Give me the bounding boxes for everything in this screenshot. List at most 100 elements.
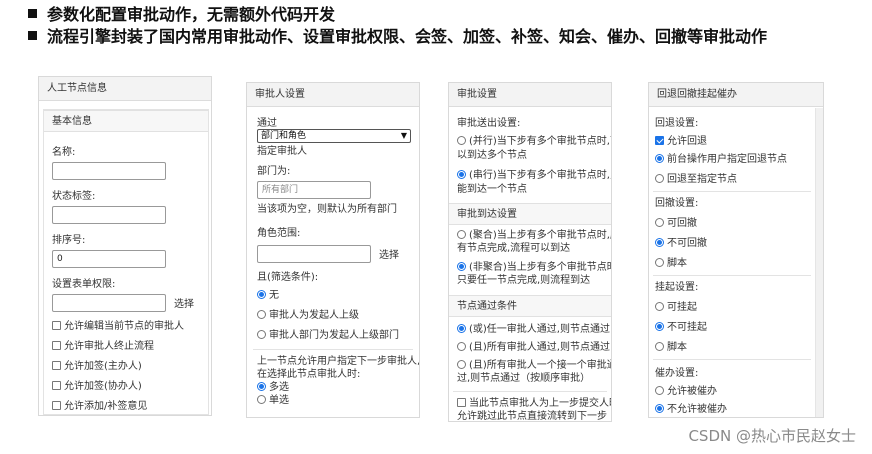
recall-allow[interactable]: 可回撤 (655, 217, 697, 230)
radio-label-cont: 以到达多个节点 (457, 150, 527, 161)
via-select[interactable]: 部门和角色 ▼ (257, 129, 411, 143)
radio-button[interactable] (655, 154, 664, 163)
role-label: 角色范围: (257, 228, 301, 239)
radio-label: 无 (269, 290, 279, 301)
radio-label: (且)所有审批人通过,则节点通过 (469, 342, 610, 353)
filter-option-superior[interactable]: 审批人为发起人上级 (257, 309, 359, 322)
urge-allow[interactable]: 允许被催办 (655, 385, 717, 398)
radio-button[interactable] (655, 386, 664, 395)
status-label: 状态标签: (52, 191, 96, 202)
check-add-sign-main[interactable]: 允许加签(主办人) (52, 360, 142, 373)
radio-button[interactable] (655, 302, 664, 311)
radio-label: 脚本 (667, 342, 687, 353)
radio-button[interactable] (655, 174, 664, 183)
dept-input[interactable]: 所有部门 (257, 181, 371, 199)
checkbox[interactable] (52, 401, 61, 410)
hang-allow[interactable]: 可挂起 (655, 301, 697, 314)
radio-button[interactable] (457, 262, 466, 271)
radio-button[interactable] (655, 218, 664, 227)
panel-approval-settings: 审批设置 审批送出设置: (并行)当下步有多个审批节点时,可 以到达多个节点 (… (448, 82, 612, 422)
select-link[interactable]: 选择 (379, 249, 399, 262)
radio-button[interactable] (257, 290, 266, 299)
filter-option-superior-dept[interactable]: 审批人部门为发起人上级部门 (257, 329, 399, 342)
radio-button[interactable] (257, 330, 266, 339)
filter-option-none[interactable]: 无 (257, 289, 279, 302)
checkbox[interactable] (52, 321, 61, 330)
status-input[interactable] (52, 206, 166, 224)
arrive-option-nonaggregate[interactable]: (非聚合)当上步有多个审批节点时, (457, 261, 612, 274)
role-input[interactable] (257, 245, 371, 263)
bullet-item: 参数化配置审批动作，无需额外代码开发 (28, 4, 767, 26)
radio-button[interactable] (257, 310, 266, 319)
recall-deny[interactable]: 不可回撤 (655, 237, 707, 250)
arrive-option-aggregate[interactable]: (聚合)当上步有多个审批节点时,所 (457, 229, 611, 242)
order-label: 排序号: (52, 235, 86, 246)
back-fixed-node[interactable]: 回退至指定节点 (655, 173, 737, 186)
urge-deny[interactable]: 不允许被催办 (655, 403, 727, 416)
hang-label: 挂起设置: (655, 282, 699, 293)
radio-button[interactable] (655, 238, 664, 247)
radio-button[interactable] (655, 404, 664, 413)
radio-button[interactable] (655, 342, 664, 351)
skip-node-check[interactable]: 当此节点审批人为上一步提交人时, (457, 397, 611, 410)
divider (653, 275, 811, 276)
order-input[interactable]: 0 (52, 250, 166, 268)
select-link[interactable]: 选择 (174, 298, 194, 311)
check-add-sign-assist[interactable]: 允许加签(协办人) (52, 380, 142, 393)
send-label: 审批送出设置: (457, 118, 521, 129)
radio-button[interactable] (257, 395, 266, 404)
urge-label: 催办设置: (655, 368, 699, 379)
assign-label: 指定审批人 (257, 146, 307, 157)
checkbox[interactable] (52, 361, 61, 370)
back-allow-check[interactable]: 允许回退 (655, 135, 707, 148)
radio-button[interactable] (655, 322, 664, 331)
check-terminate[interactable]: 允许审批人终止流程 (52, 340, 154, 353)
bullet-text: 参数化配置审批动作，无需额外代码开发 (47, 5, 336, 24)
recall-label: 回撤设置: (655, 198, 699, 209)
send-option-parallel[interactable]: (并行)当下步有多个审批节点时,可 (457, 135, 611, 148)
dept-label: 部门为: (257, 166, 291, 177)
radio-button[interactable] (457, 230, 466, 239)
back-label: 回退设置: (655, 118, 699, 129)
name-input[interactable] (52, 162, 166, 180)
panel-header: 人工节点信息 (39, 77, 211, 101)
radio-label: 不可回撤 (667, 238, 707, 249)
checkbox[interactable] (52, 341, 61, 350)
checkbox[interactable] (457, 398, 466, 407)
radio-button[interactable] (457, 324, 466, 333)
radio-label-cont: 有节点完成,流程可以到达 (457, 243, 571, 254)
form-perm-input[interactable] (52, 294, 166, 312)
radio-label: 回退至指定节点 (667, 174, 737, 185)
send-option-serial[interactable]: (串行)当下步有多个审批节点时,只 (457, 169, 611, 182)
radio-button[interactable] (457, 136, 466, 145)
radio-button[interactable] (257, 382, 266, 391)
divider (653, 191, 811, 192)
divider (253, 349, 413, 350)
radio-label: 多选 (269, 382, 289, 393)
section-header: 基本信息 (44, 110, 208, 132)
select-mode-single[interactable]: 单选 (257, 394, 289, 407)
pass-option-sequential[interactable]: (且)所有审批人一个接一个审批通 (457, 359, 611, 372)
check-add-opinion[interactable]: 允许添加/补签意见 (52, 400, 147, 413)
radio-label: 可回撤 (667, 218, 697, 229)
checkbox[interactable] (52, 381, 61, 390)
radio-button[interactable] (457, 360, 466, 369)
radio-button[interactable] (457, 170, 466, 179)
panel-node-info: 人工节点信息 基本信息 名称: 状态标签: 排序号: 0 设置表单权限: 选择 … (38, 76, 212, 416)
radio-button[interactable] (655, 258, 664, 267)
hang-script[interactable]: 脚本 (655, 341, 687, 354)
hang-deny[interactable]: 不可挂起 (655, 321, 707, 334)
pass-option-all[interactable]: (且)所有审批人通过,则节点通过 (457, 341, 610, 354)
bullet-item: 流程引擎封装了国内常用审批动作、设置审批权限、会签、加签、补签、知会、催办、回撤… (28, 26, 767, 48)
checkbox[interactable] (655, 136, 664, 145)
pass-option-any[interactable]: (或)任一审批人通过,则节点通过 (457, 323, 610, 336)
radio-label: (非聚合)当上步有多个审批节点时, (469, 262, 612, 273)
radio-button[interactable] (457, 342, 466, 351)
vertical-scrollbar[interactable] (815, 108, 823, 417)
basic-info-section: 基本信息 名称: 状态标签: 排序号: 0 设置表单权限: 选择 允许编辑当前节… (43, 109, 209, 415)
check-edit-approver[interactable]: 允许编辑当前节点的审批人 (52, 320, 184, 333)
back-user-select[interactable]: 前台操作用户指定回退节点 (655, 153, 787, 166)
checkbox-label: 允许加签(协办人) (64, 381, 142, 392)
recall-script[interactable]: 脚本 (655, 257, 687, 270)
select-mode-multi[interactable]: 多选 (257, 381, 289, 394)
